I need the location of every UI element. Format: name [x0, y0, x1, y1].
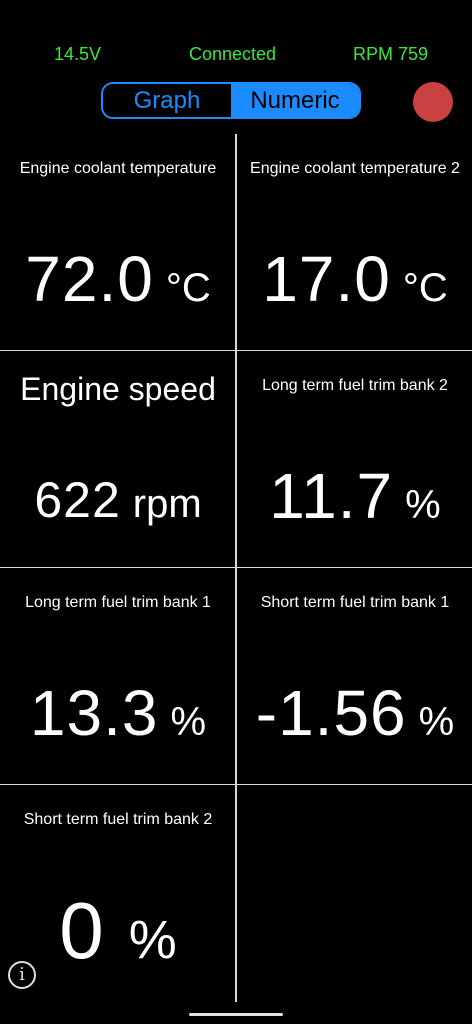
gauge-short-term-fuel-trim-bank-2[interactable]: Short term fuel trim bank 2 0% [0, 785, 236, 1002]
gauge-short-term-fuel-trim-bank-1[interactable]: Short term fuel trim bank 1 -1.56% [237, 568, 472, 785]
battery-voltage: 14.5V [54, 44, 102, 64]
gauge-unit: °C [402, 266, 448, 310]
gauge-unit: % [128, 910, 177, 970]
rpm-readout: RPM 759 [353, 44, 429, 64]
gauge-engine-coolant-temperature-2[interactable]: Engine coolant temperature 2 17.0 °C [237, 134, 472, 351]
gauge-label: Short term fuel trim bank 1 [260, 594, 450, 611]
gauge-engine-speed[interactable]: Engine speed 622 rpm [0, 351, 236, 568]
gauge-label: Engine speed [20, 371, 216, 407]
gauge-value: -1.56 [255, 677, 407, 749]
graph-view-button[interactable]: Graph [103, 84, 231, 117]
gauge-reading: 72.0 °C [0, 242, 236, 316]
gauge-unit: °C [165, 266, 211, 310]
gauge-reading: 0% [0, 885, 236, 977]
gauge-unit: % [418, 700, 455, 744]
gauge-value: 72.0 [25, 243, 154, 315]
gauge-unit: rpm [132, 482, 202, 526]
gauge-engine-coolant-temperature[interactable]: Engine coolant temperature 72.0 °C [0, 134, 236, 351]
view-toggle: Graph Numeric [101, 82, 361, 119]
numeric-view-button[interactable]: Numeric [231, 84, 359, 117]
status-bar: 14.5V Connected RPM 759 [0, 44, 472, 70]
gauge-label: Engine coolant temperature 2 [250, 160, 460, 177]
gauge-label: Long term fuel trim bank 2 [262, 377, 448, 394]
gauge-label: Long term fuel trim bank 1 [25, 594, 211, 611]
info-icon[interactable]: i [8, 961, 36, 989]
gauge-reading: 17.0 °C [237, 242, 472, 316]
gauge-reading: 622 rpm [0, 471, 236, 529]
gauge-value: 0 [59, 886, 105, 975]
gauge-grid: Engine coolant temperature 72.0 °C Engine… [0, 134, 472, 1004]
gauge-long-term-fuel-trim-bank-1[interactable]: Long term fuel trim bank 1 13.3% [0, 568, 236, 785]
gauge-reading: 11.7% [237, 459, 472, 533]
connection-status: Connected [189, 44, 277, 64]
gauge-unit: % [170, 700, 207, 744]
gauge-reading: 13.3% [0, 676, 236, 750]
gauge-value: 11.7 [269, 460, 394, 532]
home-indicator[interactable] [189, 1013, 283, 1016]
record-button[interactable] [413, 82, 453, 122]
gauge-unit: % [405, 483, 441, 527]
gauge-label: Engine coolant temperature [19, 160, 217, 177]
gauge-empty-slot[interactable] [237, 785, 472, 1002]
gauge-reading: -1.56% [237, 676, 472, 750]
gauge-value: 13.3 [29, 677, 159, 749]
gauge-long-term-fuel-trim-bank-2[interactable]: Long term fuel trim bank 2 11.7% [237, 351, 472, 568]
gauge-label: Short term fuel trim bank 2 [23, 811, 213, 828]
gauge-value: 622 [34, 472, 121, 528]
gauge-value: 17.0 [262, 243, 391, 315]
